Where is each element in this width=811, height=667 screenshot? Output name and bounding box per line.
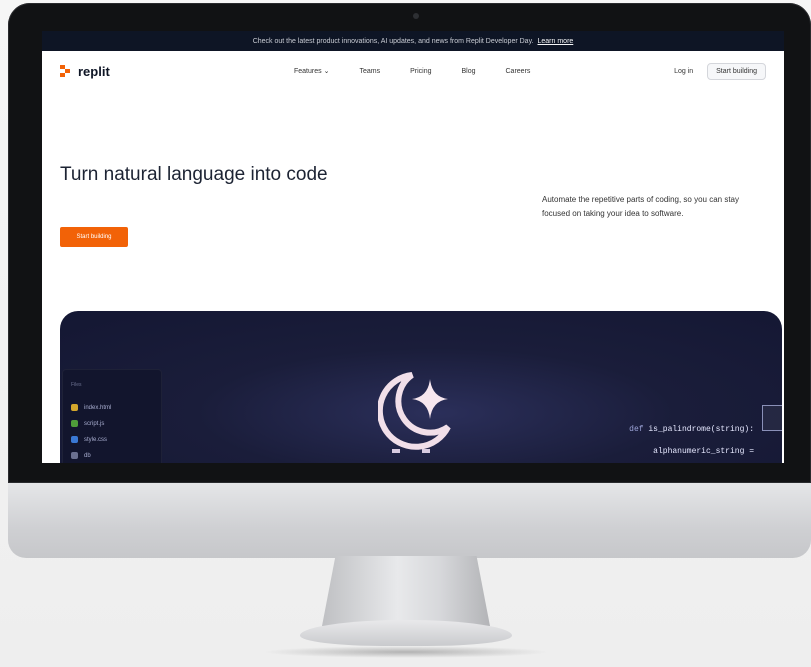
start-building-header-button[interactable]: Start building xyxy=(707,62,766,80)
monitor-stand-base xyxy=(300,620,512,646)
code-snippet: def is_palindrome(string): alphanumeric_… xyxy=(629,419,754,463)
login-link[interactable]: Log in xyxy=(674,68,693,75)
start-building-button[interactable]: Start building xyxy=(60,227,128,247)
chevron-down-icon: ⌄ xyxy=(323,68,330,75)
file-icon xyxy=(71,404,78,411)
file-item[interactable]: index.html xyxy=(71,404,111,411)
file-item[interactable]: style.css xyxy=(71,436,107,443)
code-keyword: def xyxy=(629,425,644,434)
hero-section: Turn natural language into code Start bu… xyxy=(42,91,784,346)
file-name: index.html xyxy=(84,404,112,411)
nav-item-blog[interactable]: Blog xyxy=(461,68,475,75)
file-name: db xyxy=(84,452,91,459)
camera-dot xyxy=(413,13,419,19)
file-name: style.css xyxy=(84,436,108,443)
monitor-stand-neck xyxy=(322,556,490,626)
nav-item-features[interactable]: Features ⌄ xyxy=(294,67,329,75)
replit-logo-icon xyxy=(60,65,72,77)
file-icon xyxy=(71,420,78,427)
file-icon xyxy=(71,436,78,443)
logo-text: replit xyxy=(78,63,110,79)
code-text: alphanumeric_string = xyxy=(653,447,754,456)
monitor-chin xyxy=(8,483,811,558)
nav-item-label: Features xyxy=(294,68,322,75)
hero-subtext: Automate the repetitive parts of coding,… xyxy=(542,195,739,218)
file-icon xyxy=(71,452,78,459)
site-header: replit Features ⌄ Teams Pricing Blog Car… xyxy=(42,51,784,91)
code-line: def is_palindrome(string): xyxy=(629,419,754,441)
nav-item-pricing[interactable]: Pricing xyxy=(410,68,431,75)
demo-panel: Files index.html script.js style.css db xyxy=(60,311,782,463)
code-text: is_palindrome(string): xyxy=(648,425,754,434)
announcement-text: Check out the latest product innovations… xyxy=(252,37,534,45)
monitor: Check out the latest product innovations… xyxy=(8,3,811,558)
stand-shadow xyxy=(262,646,550,658)
replit-logo[interactable]: replit xyxy=(60,64,110,79)
file-tree-label: Files xyxy=(71,382,82,388)
code-line: alphanumeric_string = xyxy=(629,441,754,463)
ai-sparkle-moon-icon xyxy=(378,372,451,453)
side-tab[interactable] xyxy=(762,405,782,431)
header-actions: Log in Start building xyxy=(674,62,766,80)
announcement-bar: Check out the latest product innovations… xyxy=(42,31,784,51)
announcement-link[interactable]: Learn more xyxy=(538,38,574,45)
nav-item-careers[interactable]: Careers xyxy=(506,68,531,75)
nav-item-teams[interactable]: Teams xyxy=(359,68,380,75)
file-item[interactable]: script.js xyxy=(71,420,104,427)
file-item[interactable]: db xyxy=(71,452,91,459)
hero-headline: Turn natural language into code xyxy=(60,164,328,185)
file-tree: Files index.html script.js style.css db xyxy=(62,369,162,463)
file-name: script.js xyxy=(84,420,105,427)
screen: Check out the latest product innovations… xyxy=(42,31,784,463)
main-nav: Features ⌄ Teams Pricing Blog Careers xyxy=(294,51,530,91)
